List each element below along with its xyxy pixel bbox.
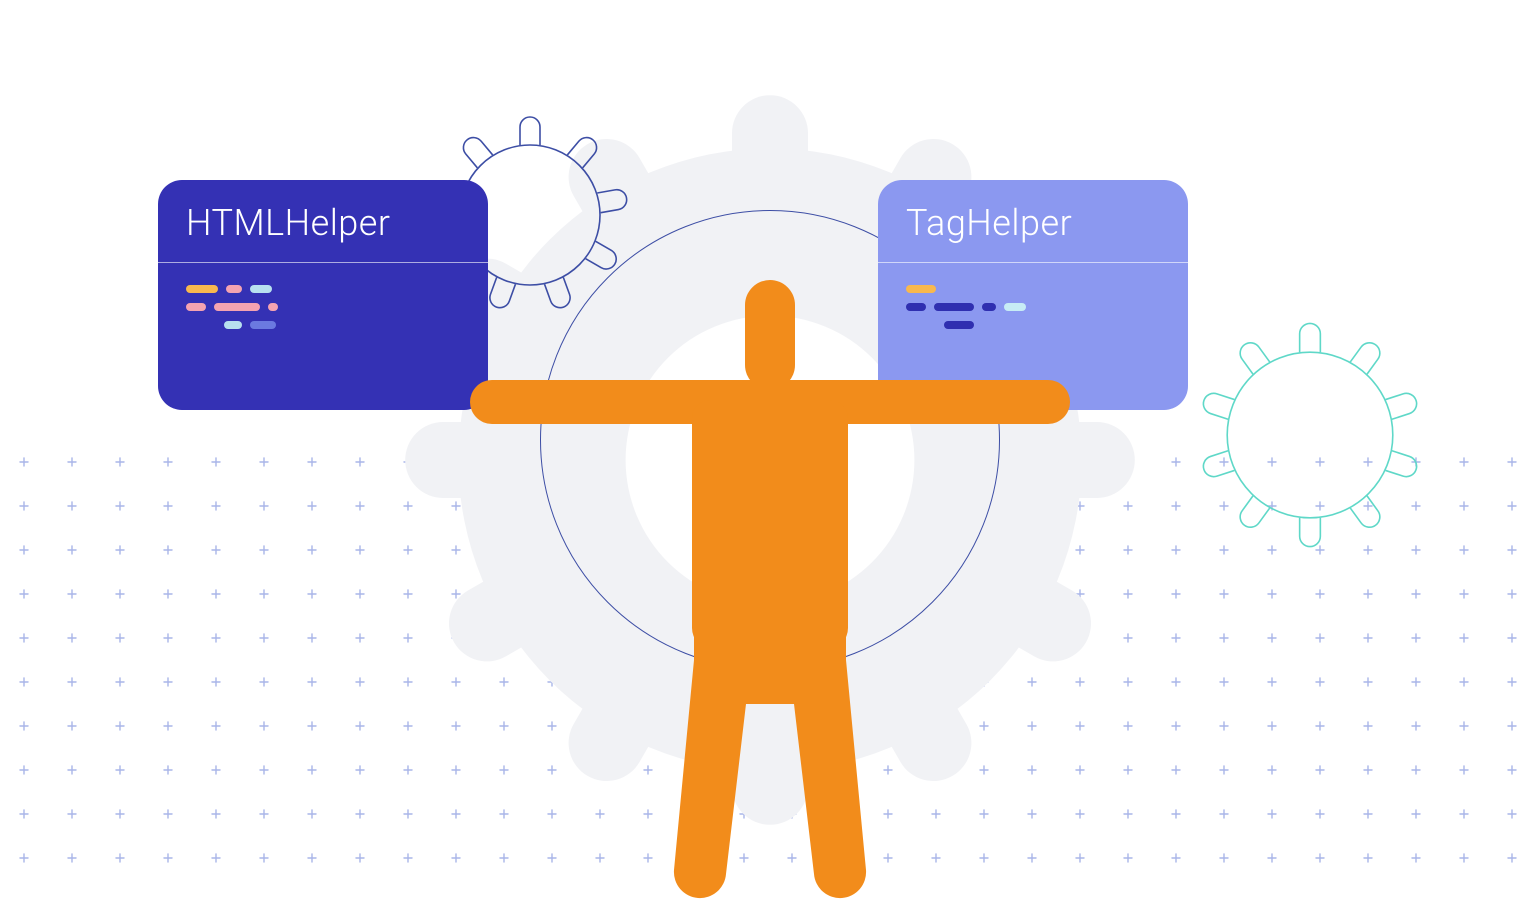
code-segment	[268, 303, 278, 311]
card-divider	[158, 262, 488, 263]
code-line	[186, 321, 460, 329]
code-segment	[250, 321, 276, 329]
code-line	[186, 303, 460, 311]
code-segment	[250, 285, 272, 293]
card-htmlhelper: HTMLHelper	[158, 180, 488, 410]
code-segment	[224, 321, 242, 329]
card-divider	[878, 262, 1188, 263]
card-htmlhelper-title: HTMLHelper	[186, 202, 460, 244]
code-segment	[226, 285, 242, 293]
code-line	[186, 285, 460, 293]
card-taghelper-title: TagHelper	[906, 202, 1160, 244]
diagram-canvas: HTMLHelper TagHelper	[0, 0, 1540, 920]
code-segment	[186, 303, 206, 311]
code-segment	[214, 303, 260, 311]
accessibility-person-icon	[470, 280, 1070, 910]
code-snippet-left	[186, 285, 460, 329]
gear-outline-teal-icon	[1195, 320, 1425, 550]
code-segment	[186, 285, 218, 293]
code-segment	[186, 321, 216, 329]
